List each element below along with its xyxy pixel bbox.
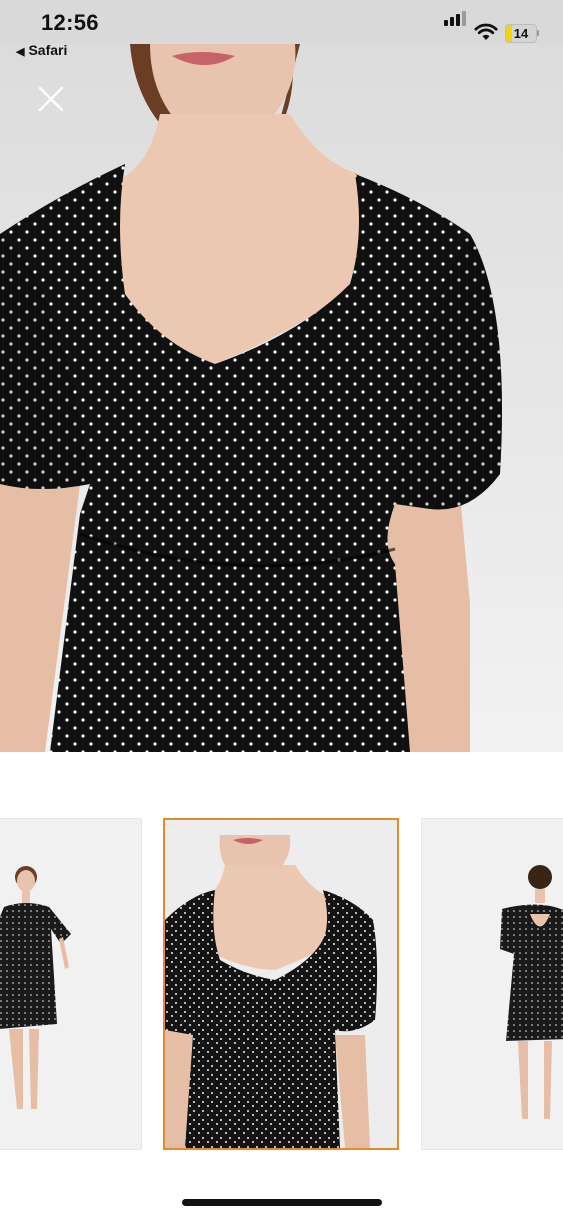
battery-level: 14 bbox=[513, 26, 529, 41]
battery-icon: 14 bbox=[505, 24, 537, 43]
wifi-icon bbox=[474, 23, 498, 40]
main-product-image[interactable] bbox=[0, 44, 563, 752]
thumbnail-closeup-front[interactable] bbox=[163, 818, 399, 1150]
battery-cap bbox=[537, 30, 539, 36]
status-bar: 12:56 14 bbox=[0, 0, 563, 44]
clock: 12:56 bbox=[41, 10, 99, 35]
close-icon[interactable] bbox=[36, 84, 66, 114]
thumbnail-closeup-front-image bbox=[165, 820, 397, 1148]
thumbnail-back[interactable] bbox=[421, 818, 563, 1150]
thumbnail-full-front-image bbox=[0, 819, 141, 1149]
thumbnail-back-image bbox=[422, 819, 563, 1149]
home-indicator[interactable] bbox=[182, 1199, 382, 1206]
back-app-label: Safari bbox=[28, 42, 68, 58]
thumbnail-full-front[interactable] bbox=[0, 818, 142, 1150]
back-to-safari-link[interactable]: ◀ Safari bbox=[16, 42, 67, 58]
back-triangle-icon: ◀ bbox=[16, 46, 25, 58]
dress-closeup-illustration bbox=[0, 44, 563, 752]
